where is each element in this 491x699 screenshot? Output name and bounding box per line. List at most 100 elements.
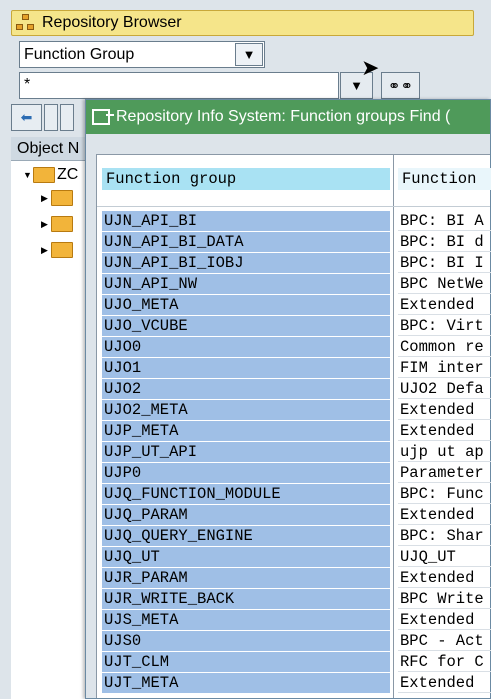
expand-down-icon[interactable]: ▼ — [23, 170, 33, 180]
function-description-cell[interactable]: Parameter — [398, 463, 491, 483]
function-description-cell[interactable]: Extended — [398, 673, 491, 693]
function-description-cell[interactable]: BPC: Virt — [398, 316, 491, 336]
expand-right-icon[interactable]: ▶ — [41, 193, 51, 204]
tree-node[interactable]: ▶ — [41, 242, 73, 258]
function-group-cell[interactable]: UJO0 — [102, 337, 390, 357]
repository-browser-title-bar: Repository Browser — [11, 10, 474, 36]
object-type-select[interactable]: Function Group ▼ — [19, 41, 265, 68]
results-table: Function group Function UJN_API_BI BPC: B… — [96, 154, 491, 698]
function-group-cell[interactable]: UJN_API_NW — [102, 274, 390, 294]
table-row[interactable]: UJR_WRITE_BACK BPC Write — [97, 589, 491, 610]
function-group-cell[interactable]: UJP0 — [102, 463, 390, 483]
expand-right-icon[interactable]: ▶ — [41, 245, 51, 256]
function-description-cell[interactable]: FIM inter — [398, 358, 491, 378]
function-groups-find-dialog: Repository Info System: Function groups … — [85, 99, 491, 699]
folder-icon — [51, 216, 73, 232]
table-row[interactable]: UJS0 BPC - Act — [97, 631, 491, 652]
function-description-cell[interactable]: Extended — [398, 568, 491, 588]
table-row[interactable]: UJQ_PARAM Extended — [97, 505, 491, 526]
table-row[interactable]: UJO2_META Extended — [97, 400, 491, 421]
function-description-cell[interactable]: BPC NetWe — [398, 274, 491, 294]
header-divider — [97, 206, 490, 207]
function-group-cell[interactable]: UJN_API_BI — [102, 211, 390, 231]
function-description-cell[interactable]: ujp ut ap — [398, 442, 491, 462]
table-row[interactable]: UJS_META Extended — [97, 610, 491, 631]
function-group-cell[interactable]: UJP_META — [102, 421, 390, 441]
function-description-cell[interactable]: Extended — [398, 400, 491, 420]
function-description-cell[interactable]: RFC for C — [398, 652, 491, 672]
column-header-function[interactable]: Function — [398, 168, 491, 190]
function-group-cell[interactable]: UJS0 — [102, 631, 390, 651]
folder-icon — [51, 242, 73, 258]
display-button[interactable]: ⚭⚭ — [381, 72, 420, 99]
table-row[interactable]: UJR_PARAM Extended — [97, 568, 491, 589]
chevron-down-icon[interactable]: ▼ — [235, 43, 263, 66]
function-description-cell[interactable]: Extended — [398, 610, 491, 630]
repository-browser-title: Repository Browser — [42, 14, 182, 31]
table-row[interactable]: UJP_UT_API ujp ut ap — [97, 442, 491, 463]
tree-root-label: ZC — [57, 166, 79, 183]
function-group-cell[interactable]: UJQ_QUERY_ENGINE — [102, 526, 390, 546]
function-description-cell[interactable]: UJQ_UT — [398, 547, 491, 567]
table-row[interactable]: UJO_VCUBE BPC: Virt — [97, 316, 491, 337]
table-row[interactable]: UJP_META Extended — [97, 421, 491, 442]
function-description-cell[interactable]: BPC - Act — [398, 631, 491, 651]
table-row[interactable]: UJO2 UJO2 Defa — [97, 379, 491, 400]
object-name-header: Object N — [11, 137, 91, 161]
function-group-cell[interactable]: UJR_WRITE_BACK — [102, 589, 390, 609]
table-row[interactable]: UJP0 Parameter — [97, 463, 491, 484]
cursor-icon: ➤ — [361, 55, 380, 80]
function-description-cell[interactable]: Extended — [398, 421, 491, 441]
function-description-cell[interactable]: BPC: BI I — [398, 253, 491, 273]
function-description-cell[interactable]: BPC: BI A — [398, 211, 491, 231]
function-group-cell[interactable]: UJS_META — [102, 610, 390, 630]
function-group-cell[interactable]: UJT_CLM — [102, 652, 390, 672]
dialog-title-bar[interactable]: Repository Info System: Function groups … — [86, 100, 490, 134]
function-description-cell[interactable]: Extended — [398, 295, 491, 315]
function-group-cell[interactable]: UJO2_META — [102, 400, 390, 420]
function-group-cell[interactable]: UJQ_UT — [102, 547, 390, 567]
search-input[interactable]: * — [19, 72, 339, 99]
function-description-cell[interactable]: Common re — [398, 337, 491, 357]
function-group-cell[interactable]: UJP_UT_API — [102, 442, 390, 462]
back-button[interactable]: ⬅ — [11, 104, 42, 131]
function-description-cell[interactable]: BPC: Shar — [398, 526, 491, 546]
table-rows: UJN_API_BI BPC: BI A UJN_API_BI_DATA BPC: B… — [97, 211, 491, 694]
expand-right-icon[interactable]: ▶ — [41, 219, 51, 230]
table-row[interactable]: UJQ_FUNCTION_MODULE BPC: Func — [97, 484, 491, 505]
table-row[interactable]: UJQ_QUERY_ENGINE BPC: Shar — [97, 526, 491, 547]
function-group-cell[interactable]: UJR_PARAM — [102, 568, 390, 588]
function-description-cell[interactable]: BPC Write — [398, 589, 491, 609]
table-row[interactable]: UJQ_UT UJQ_UT — [97, 547, 491, 568]
table-row[interactable]: UJN_API_BI_IOBJ BPC: BI I — [97, 253, 491, 274]
tree-node[interactable]: ▶ — [41, 190, 73, 206]
table-row[interactable]: UJO0 Common re — [97, 337, 491, 358]
function-group-cell[interactable]: UJN_API_BI_DATA — [102, 232, 390, 252]
function-description-cell[interactable]: UJO2 Defa — [398, 379, 491, 399]
function-group-cell[interactable]: UJT_META — [102, 673, 390, 693]
column-header-function-group[interactable]: Function group — [102, 168, 390, 190]
function-group-cell[interactable]: UJQ_FUNCTION_MODULE — [102, 484, 390, 504]
table-row[interactable]: UJN_API_BI_DATA BPC: BI d — [97, 232, 491, 253]
function-group-cell[interactable]: UJQ_PARAM — [102, 505, 390, 525]
table-row[interactable]: UJN_API_NW BPC NetWe — [97, 274, 491, 295]
function-group-cell[interactable]: UJO2 — [102, 379, 390, 399]
function-group-cell[interactable]: UJO_VCUBE — [102, 316, 390, 336]
function-description-cell[interactable]: BPC: Func — [398, 484, 491, 504]
table-row[interactable]: UJN_API_BI BPC: BI A — [97, 211, 491, 232]
function-group-cell[interactable]: UJN_API_BI_IOBJ — [102, 253, 390, 273]
table-row[interactable]: UJO_META Extended — [97, 295, 491, 316]
function-description-cell[interactable]: Extended — [398, 505, 491, 525]
function-description-cell[interactable]: BPC: BI d — [398, 232, 491, 252]
folder-icon — [33, 167, 55, 183]
table-row[interactable]: UJT_META Extended — [97, 673, 491, 694]
table-row[interactable]: UJO1 FIM inter — [97, 358, 491, 379]
table-row[interactable]: UJT_CLM RFC for C — [97, 652, 491, 673]
forward-button[interactable] — [44, 104, 58, 131]
tree-node-root[interactable]: ▼ ZC — [23, 166, 78, 184]
function-group-cell[interactable]: UJO1 — [102, 358, 390, 378]
toolbar-button[interactable] — [60, 104, 74, 131]
function-group-cell[interactable]: UJO_META — [102, 295, 390, 315]
tree-icon — [16, 14, 36, 32]
tree-node[interactable]: ▶ — [41, 216, 73, 232]
